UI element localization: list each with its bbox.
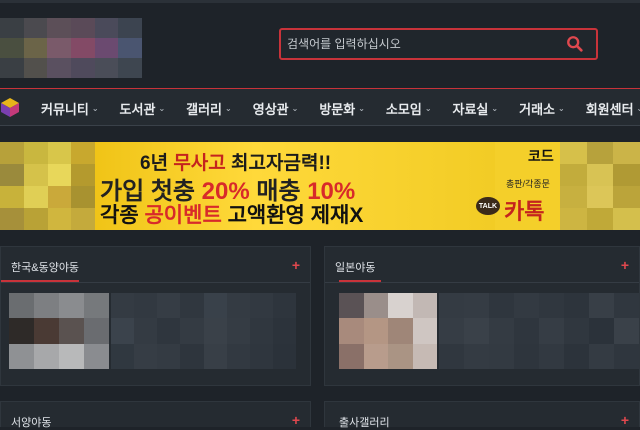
nav-label: 영상관 [252, 101, 289, 117]
plus-icon[interactable]: + [621, 412, 629, 428]
divider [325, 282, 639, 283]
chevron-down-icon: ⌄ [558, 103, 565, 113]
nav-label: 도서관 [119, 101, 156, 117]
banner-text: 고액환영 제재X [221, 204, 364, 227]
nav-item-gallery[interactable]: 갤러리 ⌄ [186, 99, 232, 118]
title-underline [339, 280, 381, 282]
panel-title: 서양야동 [11, 417, 52, 429]
cube-logo-icon[interactable] [0, 97, 20, 117]
panel-title: 출사갤러리 [339, 417, 390, 429]
panel-photo-gallery: 출사갤러리 + [324, 401, 640, 429]
site-logo[interactable] [0, 18, 142, 78]
nav-item-community[interactable]: 커뮤니티 ⌄ [41, 99, 99, 118]
nav-label: 거래소 [519, 101, 555, 117]
thumbnail-image[interactable] [339, 293, 437, 369]
site-header [0, 3, 640, 88]
banner-code-label: 코드 [528, 148, 554, 164]
nav-item-meetup[interactable]: 소모임 ⌄ [386, 99, 432, 118]
nav-label: 방문화 [319, 101, 356, 117]
list-text-blur[interactable] [111, 293, 296, 369]
divider [1, 282, 310, 283]
chevron-down-icon: ⌄ [424, 103, 432, 113]
nav-label: 커뮤니티 [41, 101, 89, 117]
nav-label: 소모임 [385, 101, 422, 117]
chevron-down-icon: ⌄ [636, 103, 640, 113]
nav-label: 회원센터 [585, 101, 634, 117]
banner-text-accent: 공이벤트 [144, 204, 222, 227]
banner-small-text: 총판/각종문 [506, 179, 550, 189]
panel-title: 한국&동양야동 [11, 262, 80, 274]
kakao-talk-icon: TALK [476, 197, 500, 215]
title-underline [1, 280, 79, 282]
list-text-blur[interactable] [439, 293, 639, 369]
nav-label: 갤러리 [186, 101, 223, 117]
panel-western: 서양야동 + [0, 401, 311, 429]
nav-item-video[interactable]: 영상관 ⌄ [253, 99, 299, 118]
banner-image-right [560, 142, 640, 230]
banner-text: 각종 [100, 204, 145, 227]
nav-item-archive[interactable]: 자료실 ⌄ [453, 99, 499, 118]
chevron-down-icon: ⌄ [225, 103, 232, 113]
nav-item-library[interactable]: 도서관 ⌄ [120, 99, 166, 118]
search-input[interactable] [287, 34, 557, 54]
panel-title: 일본야동 [335, 262, 376, 274]
panel-korean-asian: 한국&동양야동 + [0, 246, 311, 386]
chevron-down-icon: ⌄ [358, 103, 365, 113]
thumbnail-image[interactable] [9, 293, 109, 369]
search-icon[interactable] [566, 35, 584, 53]
nav-item-member-center[interactable]: 회원센터 ⌄ [586, 99, 640, 118]
chevron-down-icon: ⌄ [91, 103, 99, 113]
nav-item-market[interactable]: 거래소 ⌄ [519, 99, 565, 118]
nav-item-room-culture[interactable]: 방문화 ⌄ [319, 99, 365, 118]
nav-label: 자료실 [452, 101, 489, 117]
banner-line-3: 각종 공이벤트 고액환영 제재X [100, 199, 363, 229]
chevron-down-icon: ⌄ [158, 103, 166, 113]
plus-icon[interactable]: + [292, 412, 300, 428]
banner-kakao-label: 카톡 [504, 199, 545, 224]
banner-image-left [0, 142, 95, 230]
chevron-down-icon: ⌄ [491, 103, 499, 113]
main-nav: 커뮤니티 ⌄ 도서관 ⌄ 갤러리 ⌄ 영상관 ⌄ 방문화 ⌄ 소모임 ⌄ 자료실 ⌄ 거래소 ⌄… [0, 88, 640, 126]
chevron-down-icon: ⌄ [291, 103, 299, 113]
panel-japanese: 일본야동 + [324, 246, 640, 386]
plus-icon[interactable]: + [621, 257, 629, 273]
search-box [279, 28, 598, 60]
plus-icon[interactable]: + [292, 257, 300, 273]
